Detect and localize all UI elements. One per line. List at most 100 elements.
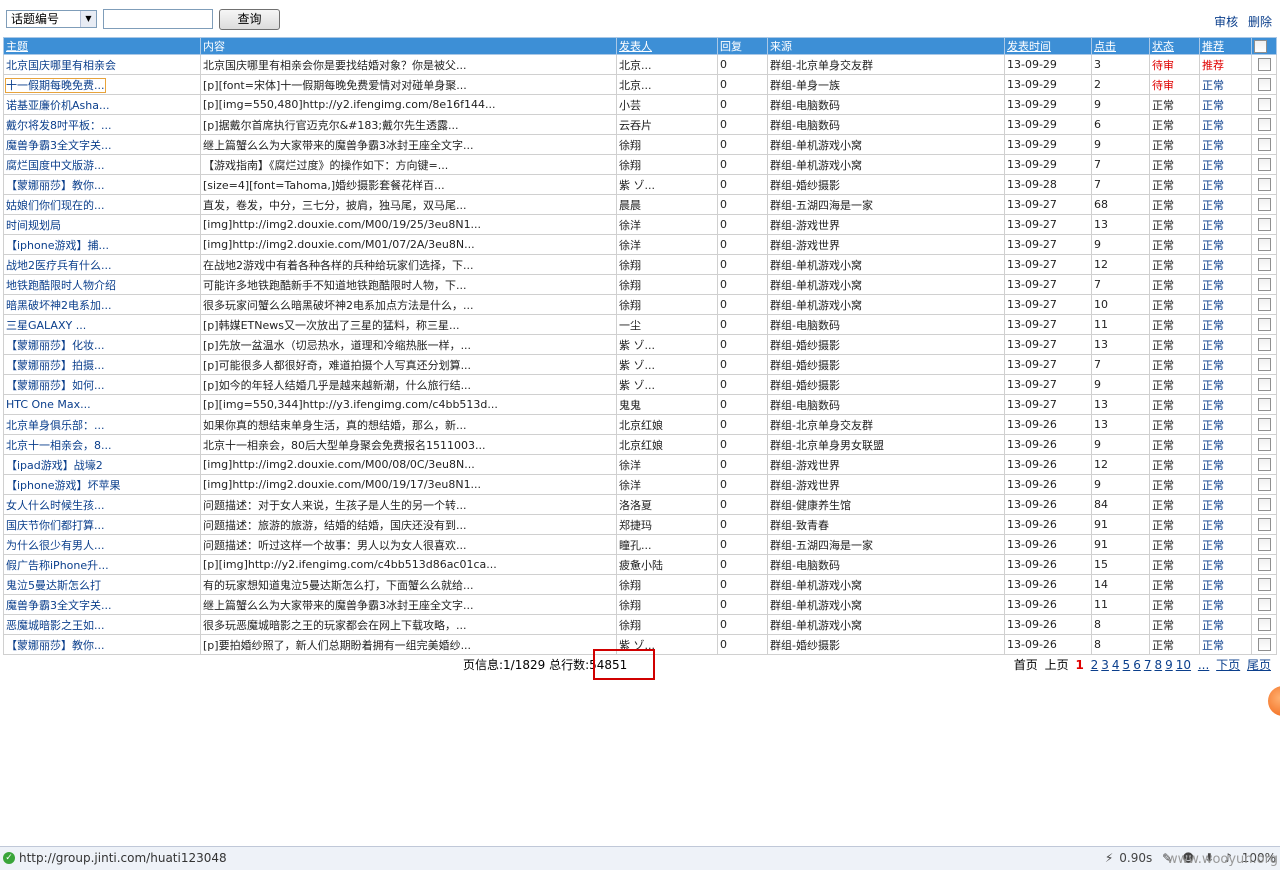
- cell-topic[interactable]: 【iphone游戏】捕...: [3, 234, 201, 255]
- cell-topic[interactable]: 假广告称iPhone升...: [3, 554, 201, 575]
- cell-topic[interactable]: 地铁跑酷限时人物介绍: [3, 274, 201, 295]
- column-header-author[interactable]: 发表人: [616, 37, 718, 55]
- cell-topic[interactable]: 姑娘们你们现在的...: [3, 194, 201, 215]
- select-all-checkbox[interactable]: [1254, 39, 1267, 53]
- cell-topic[interactable]: 时间规划局: [3, 214, 201, 235]
- column-header-clicks[interactable]: 点击: [1091, 37, 1150, 55]
- chevron-down-icon[interactable]: ▼: [80, 11, 96, 27]
- cell-topic[interactable]: 【ipad游戏】战壕2: [3, 454, 201, 475]
- pager-page[interactable]: 9: [1165, 658, 1173, 672]
- row-checkbox[interactable]: [1257, 138, 1271, 152]
- review-link[interactable]: 审核: [1214, 15, 1238, 29]
- row-checkbox[interactable]: [1257, 358, 1271, 372]
- cell-topic[interactable]: 魔兽争霸3全文字关...: [3, 134, 201, 155]
- topic-link[interactable]: 【蒙娜丽莎】化妆...: [6, 339, 105, 352]
- topic-link[interactable]: 女人什么时候生孩...: [6, 499, 105, 512]
- row-checkbox[interactable]: [1257, 558, 1271, 572]
- row-checkbox[interactable]: [1257, 258, 1271, 272]
- row-checkbox[interactable]: [1257, 158, 1271, 172]
- topic-link[interactable]: 北京十一相亲会，8...: [6, 439, 112, 452]
- cell-topic[interactable]: 腐烂国度中文版游...: [3, 154, 201, 175]
- row-checkbox[interactable]: [1257, 78, 1271, 92]
- topic-link[interactable]: 假广告称iPhone升...: [6, 559, 109, 572]
- search-field-select[interactable]: 话题编号 ▼: [6, 10, 97, 28]
- row-checkbox[interactable]: [1257, 438, 1271, 452]
- row-checkbox[interactable]: [1257, 178, 1271, 192]
- topic-link[interactable]: HTC One Max...: [6, 398, 91, 411]
- pager-prev[interactable]: 上页: [1045, 658, 1069, 672]
- floating-button[interactable]: [1268, 686, 1280, 716]
- row-checkbox[interactable]: [1257, 198, 1271, 212]
- cell-topic[interactable]: HTC One Max...: [3, 394, 201, 415]
- topic-link[interactable]: 诺基亚廉价机Asha...: [6, 99, 109, 112]
- cell-topic[interactable]: 【蒙娜丽莎】教你...: [3, 634, 201, 655]
- cell-topic[interactable]: 暗黑破坏神2电系加...: [3, 294, 201, 315]
- row-checkbox[interactable]: [1257, 58, 1271, 72]
- row-checkbox[interactable]: [1257, 418, 1271, 432]
- row-checkbox[interactable]: [1257, 578, 1271, 592]
- topic-link[interactable]: 战地2医疗兵有什么...: [6, 259, 112, 272]
- topic-link[interactable]: 十一假期每晚免费...: [5, 77, 106, 93]
- search-input[interactable]: [103, 9, 213, 29]
- row-checkbox[interactable]: [1257, 478, 1271, 492]
- topic-link[interactable]: 【iphone游戏】捕...: [6, 239, 109, 252]
- row-checkbox[interactable]: [1257, 538, 1271, 552]
- topic-link[interactable]: 时间规划局: [6, 219, 61, 232]
- row-checkbox[interactable]: [1257, 638, 1271, 652]
- cell-topic[interactable]: 北京国庆哪里有相亲会: [3, 54, 201, 75]
- pager-more[interactable]: ...: [1198, 658, 1209, 672]
- topic-link[interactable]: 戴尔将发8吋平板：...: [6, 119, 112, 132]
- cell-topic[interactable]: 诺基亚廉价机Asha...: [3, 94, 201, 115]
- pager-page[interactable]: 8: [1154, 658, 1162, 672]
- topic-link[interactable]: 姑娘们你们现在的...: [6, 199, 105, 212]
- cell-topic[interactable]: 恶魔城暗影之王如...: [3, 614, 201, 635]
- topic-link[interactable]: 【iphone游戏】坏苹果: [6, 479, 120, 492]
- pager-page[interactable]: 4: [1112, 658, 1120, 672]
- pager-page[interactable]: 3: [1101, 658, 1109, 672]
- cell-topic[interactable]: 十一假期每晚免费...: [3, 74, 201, 95]
- cell-topic[interactable]: 【蒙娜丽莎】如何...: [3, 374, 201, 395]
- pager-page[interactable]: 2: [1091, 658, 1099, 672]
- cell-topic[interactable]: 【蒙娜丽莎】化妆...: [3, 334, 201, 355]
- topic-link[interactable]: 三星GALAXY ...: [6, 319, 86, 332]
- cell-topic[interactable]: 战地2医疗兵有什么...: [3, 254, 201, 275]
- row-checkbox[interactable]: [1257, 338, 1271, 352]
- topic-link[interactable]: 恶魔城暗影之王如...: [6, 619, 105, 632]
- topic-link[interactable]: 国庆节你们都打算...: [6, 519, 105, 532]
- topic-link[interactable]: 为什么很少有男人...: [6, 539, 105, 552]
- cell-topic[interactable]: 【蒙娜丽莎】拍摄...: [3, 354, 201, 375]
- cell-topic[interactable]: 鬼泣5曼达斯怎么打: [3, 574, 201, 595]
- row-checkbox[interactable]: [1257, 298, 1271, 312]
- cell-topic[interactable]: 【iphone游戏】坏苹果: [3, 474, 201, 495]
- pager-page[interactable]: 7: [1144, 658, 1152, 672]
- delete-link[interactable]: 删除: [1248, 15, 1272, 29]
- row-checkbox[interactable]: [1257, 498, 1271, 512]
- cell-topic[interactable]: 三星GALAXY ...: [3, 314, 201, 335]
- topic-link[interactable]: 腐烂国度中文版游...: [6, 159, 105, 172]
- topic-link[interactable]: 【蒙娜丽莎】如何...: [6, 379, 105, 392]
- row-checkbox[interactable]: [1257, 518, 1271, 532]
- row-checkbox[interactable]: [1257, 278, 1271, 292]
- row-checkbox[interactable]: [1257, 238, 1271, 252]
- cell-topic[interactable]: 国庆节你们都打算...: [3, 514, 201, 535]
- pager-next[interactable]: 下页: [1216, 658, 1240, 672]
- topic-link[interactable]: 【蒙娜丽莎】教你...: [6, 179, 105, 192]
- query-button[interactable]: 查询: [219, 9, 280, 30]
- topic-link[interactable]: 北京国庆哪里有相亲会: [6, 59, 116, 72]
- column-header-recommend[interactable]: 推荐: [1199, 37, 1252, 55]
- cell-topic[interactable]: 北京十一相亲会，8...: [3, 434, 201, 455]
- row-checkbox[interactable]: [1257, 598, 1271, 612]
- row-checkbox[interactable]: [1257, 118, 1271, 132]
- topic-link[interactable]: 【ipad游戏】战壕2: [6, 459, 103, 472]
- row-checkbox[interactable]: [1257, 458, 1271, 472]
- pager-first[interactable]: 首页: [1014, 658, 1038, 672]
- topic-link[interactable]: 魔兽争霸3全文字关...: [6, 139, 112, 152]
- row-checkbox[interactable]: [1257, 398, 1271, 412]
- topic-link[interactable]: 地铁跑酷限时人物介绍: [6, 279, 116, 292]
- topic-link[interactable]: 北京单身俱乐部：...: [6, 419, 105, 432]
- column-header-time[interactable]: 发表时间: [1004, 37, 1092, 55]
- row-checkbox[interactable]: [1257, 378, 1271, 392]
- pager-page[interactable]: 5: [1123, 658, 1131, 672]
- topic-link[interactable]: 鬼泣5曼达斯怎么打: [6, 579, 101, 592]
- topic-link[interactable]: 魔兽争霸3全文字关...: [6, 599, 112, 612]
